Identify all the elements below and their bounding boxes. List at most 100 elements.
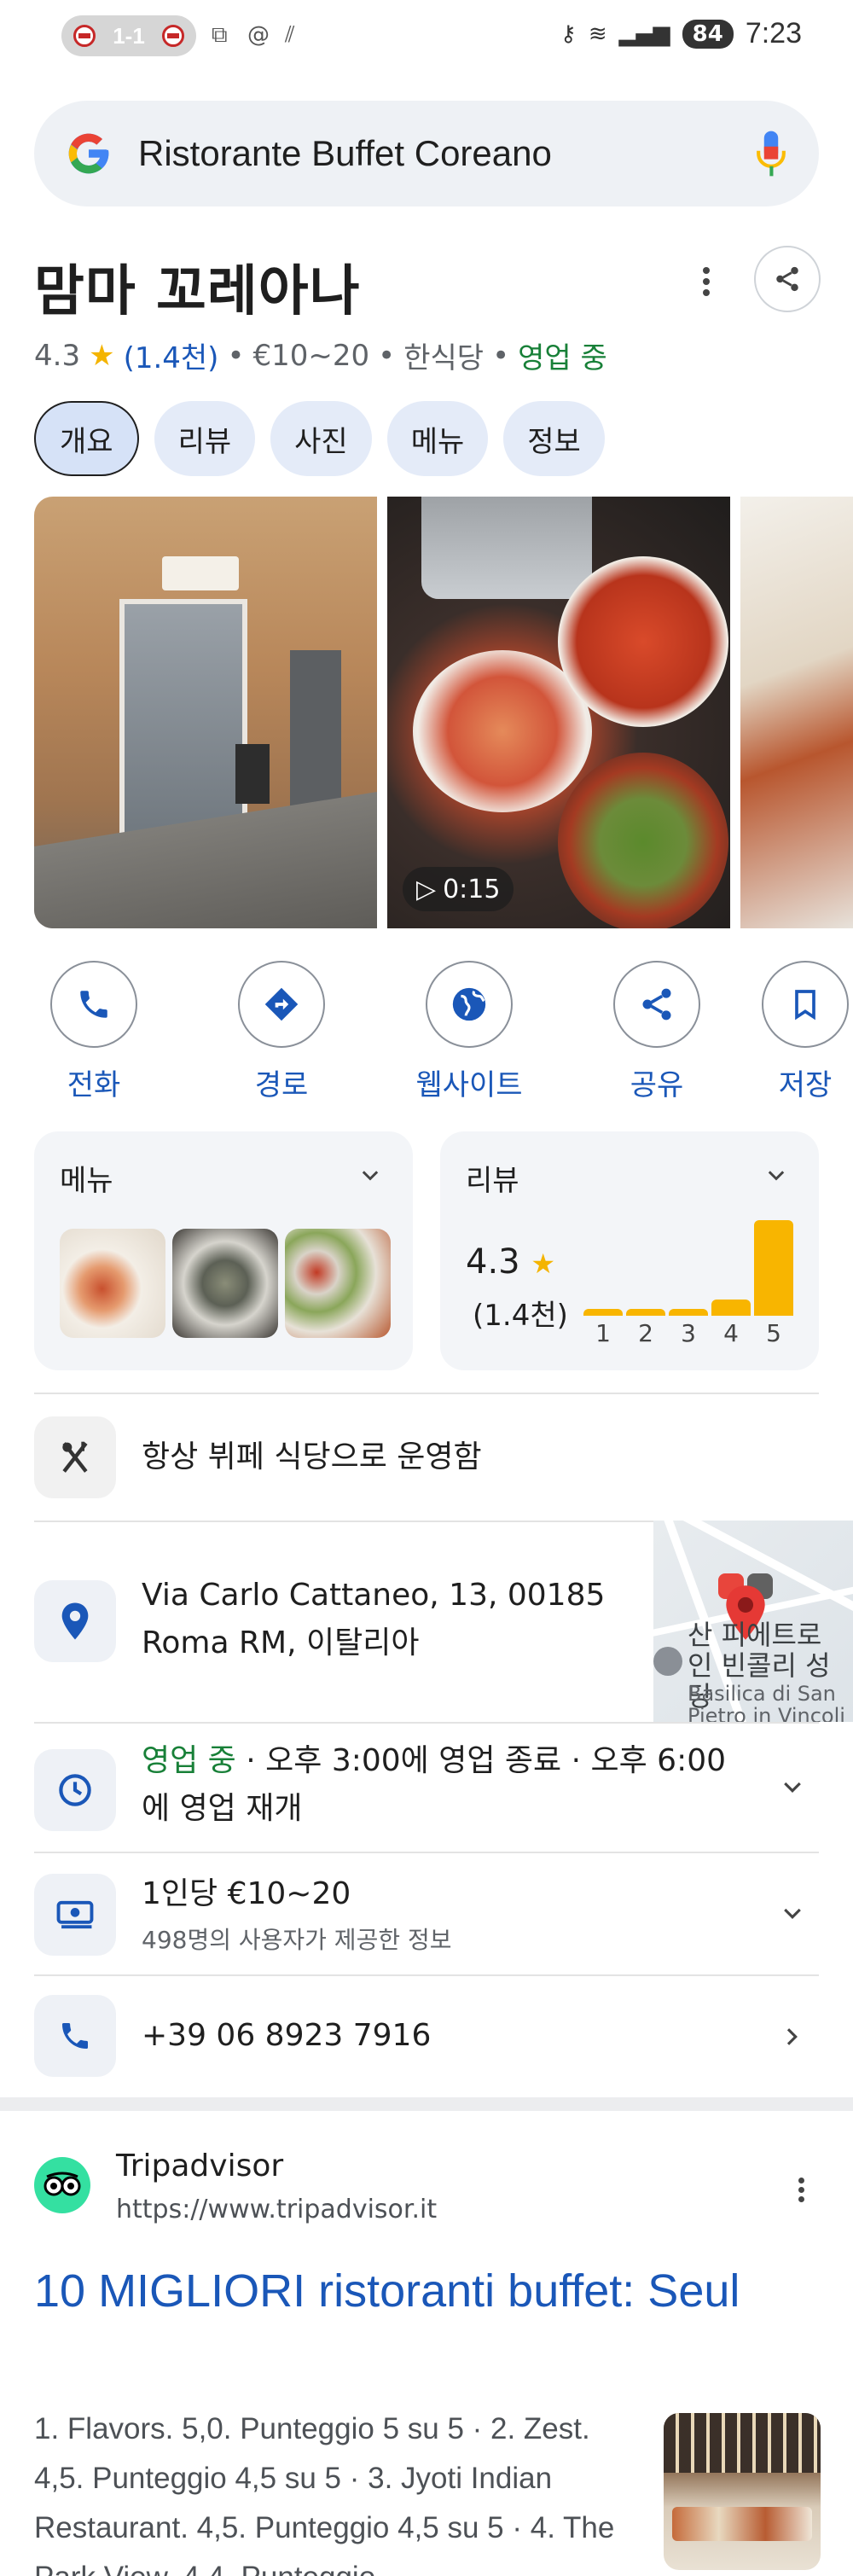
menu-photo-thumbnail[interactable] xyxy=(60,1229,165,1338)
food-photo[interactable] xyxy=(740,497,853,928)
call-button-circle[interactable] xyxy=(50,961,137,1048)
hours-status: 영업 중 xyxy=(142,1743,236,1778)
result-title-link[interactable]: 10 MIGLIORI ristoranti buffet: Seul xyxy=(34,2258,785,2324)
directions-button-circle[interactable] xyxy=(238,961,325,1048)
histogram-label-5: 5 xyxy=(766,1319,781,1347)
money-icon xyxy=(56,1900,94,1929)
open-status: 영업 중 xyxy=(518,341,607,375)
hours-detail-line2: 에 영업 재개 xyxy=(142,1791,303,1826)
histogram-bar-4 xyxy=(711,1300,751,1316)
food-video-thumbnail[interactable]: ▷ 0:15 xyxy=(387,497,730,928)
photo-bowl-shape xyxy=(558,556,728,727)
screen-record-pill[interactable]: 1-1 xyxy=(61,15,196,56)
rating-value: 4.3 xyxy=(466,1242,520,1282)
menu-card[interactable]: 메뉴 xyxy=(34,1131,413,1370)
tab-chips: 개요 리뷰 사진 메뉴 정보 xyxy=(34,401,605,476)
share-button-circle[interactable] xyxy=(613,961,700,1048)
place-title: 맘마 꼬레아나 xyxy=(34,260,361,323)
search-input[interactable]: Ristorante Buffet Coreano xyxy=(138,133,754,174)
threads-icon: @ xyxy=(247,22,270,48)
search-bar[interactable]: Ristorante Buffet Coreano xyxy=(34,101,819,206)
directions-button[interactable]: 경로 xyxy=(196,961,367,1103)
rating-value: 4.3 xyxy=(34,338,81,373)
clock: 7:23 xyxy=(745,17,802,49)
separator-dot: • xyxy=(492,338,510,373)
google-logo-icon xyxy=(68,133,109,174)
share-label: 공유 xyxy=(630,1068,684,1102)
result-more-icon[interactable] xyxy=(798,2174,809,2206)
reviews-card[interactable]: 리뷰 4.3 ★ (1.4천) 12345 xyxy=(440,1131,819,1370)
directions-icon xyxy=(264,987,299,1021)
thumb-buffet-counter xyxy=(672,2507,812,2541)
clock-icon xyxy=(59,1774,91,1806)
website-button[interactable]: 웹사이트 xyxy=(384,961,554,1103)
result-thumbnail[interactable] xyxy=(664,2413,821,2570)
phone-number[interactable]: +39 06 8923 7916 xyxy=(142,2012,431,2060)
menu-photo-thumbnail[interactable] xyxy=(172,1229,278,1338)
hours-text[interactable]: 영업 중 · 오후 3:00에 영업 종료 · 오후 6:00 에 영업 재개 xyxy=(142,1737,739,1833)
histogram-bar-2 xyxy=(626,1309,665,1316)
tab-overview[interactable]: 개요 xyxy=(34,401,139,476)
share-icon xyxy=(776,266,798,292)
action-buttons: 전화 경로 웹사이트 공유 저장 xyxy=(0,961,853,1102)
address-text[interactable]: Via Carlo Cattaneo, 13, 00185 Roma RM, 이… xyxy=(142,1572,636,1667)
feature-text: 항상 뷔페 식당으로 운영함 xyxy=(142,1439,482,1474)
map-place-sublabel: Basilica di San Pietro in Vincoli xyxy=(688,1682,845,1722)
call-label: 전화 xyxy=(67,1068,121,1102)
histogram-label-1: 1 xyxy=(595,1319,611,1347)
histogram-bar-1 xyxy=(583,1309,623,1316)
storefront-photo[interactable] xyxy=(34,497,377,928)
chevron-right-icon[interactable] xyxy=(780,2024,805,2050)
photo-pot-shape xyxy=(421,497,592,599)
price-text: 1인당 €10~20 xyxy=(142,1876,351,1911)
menu-photo-thumbnail[interactable] xyxy=(285,1229,391,1338)
save-label: 저장 xyxy=(778,1068,833,1097)
share-action-button[interactable]: 공유 xyxy=(572,961,742,1103)
histogram-bar-3 xyxy=(669,1309,708,1316)
result-site-name[interactable]: Tripadvisor xyxy=(116,2149,283,2183)
more-options-icon[interactable] xyxy=(698,263,715,305)
photo-board-shape xyxy=(235,744,270,804)
location-icon-tile xyxy=(34,1580,116,1662)
chevron-down-icon[interactable] xyxy=(764,1164,788,1188)
chevron-down-icon[interactable] xyxy=(780,1775,805,1800)
address-line1: Via Carlo Cattaneo, 13, 00185 xyxy=(142,1578,606,1613)
tab-reviews[interactable]: 리뷰 xyxy=(154,401,256,476)
histogram-label-4: 4 xyxy=(723,1319,739,1347)
tab-photos[interactable]: 사진 xyxy=(270,401,372,476)
price-icon-tile xyxy=(34,1874,116,1956)
cutlery-icon-tile xyxy=(34,1416,116,1498)
wifi-icon: ≋ xyxy=(588,20,607,47)
pill-text: 1-1 xyxy=(113,22,145,49)
map-thumbnail[interactable]: 산 피에트로 인 빈콜리 성당 Basilica di San Pietro i… xyxy=(653,1521,853,1722)
website-button-circle[interactable] xyxy=(426,961,513,1048)
star-icon: ★ xyxy=(89,338,115,373)
owl-eyes-icon xyxy=(44,2172,81,2196)
divider xyxy=(34,1393,819,1394)
stripes-icon: ⫽ xyxy=(285,22,295,48)
save-button[interactable]: 저장 xyxy=(759,961,853,1097)
chevron-down-icon[interactable] xyxy=(780,1901,805,1927)
cutlery-icon xyxy=(62,1441,88,1473)
photo-carousel[interactable]: ▷ 0:15 xyxy=(34,497,853,928)
histogram-label-2: 2 xyxy=(638,1319,653,1347)
divider xyxy=(34,1974,819,1976)
globe-icon xyxy=(452,987,486,1021)
key-icon: ⚷ xyxy=(560,20,577,47)
result-site-url[interactable]: https://www.tripadvisor.it xyxy=(116,2195,437,2224)
chevron-down-icon[interactable] xyxy=(358,1164,382,1188)
tab-info[interactable]: 정보 xyxy=(503,401,605,476)
mic-icon[interactable] xyxy=(754,130,788,177)
rating-summary: 4.3 ★ xyxy=(466,1242,555,1282)
save-button-circle[interactable] xyxy=(762,961,849,1048)
screenshot-icon: ⧉ xyxy=(212,22,228,48)
share-button[interactable] xyxy=(754,246,821,312)
review-count[interactable]: (1.4천) xyxy=(124,334,219,376)
clock-icon-tile xyxy=(34,1749,116,1831)
star-icon: ★ xyxy=(531,1247,556,1280)
call-button[interactable]: 전화 xyxy=(9,961,179,1103)
photo-bowl-shape xyxy=(558,753,728,928)
location-pin-icon xyxy=(61,1602,89,1640)
divider xyxy=(34,1722,819,1724)
tab-menu[interactable]: 메뉴 xyxy=(386,401,489,476)
